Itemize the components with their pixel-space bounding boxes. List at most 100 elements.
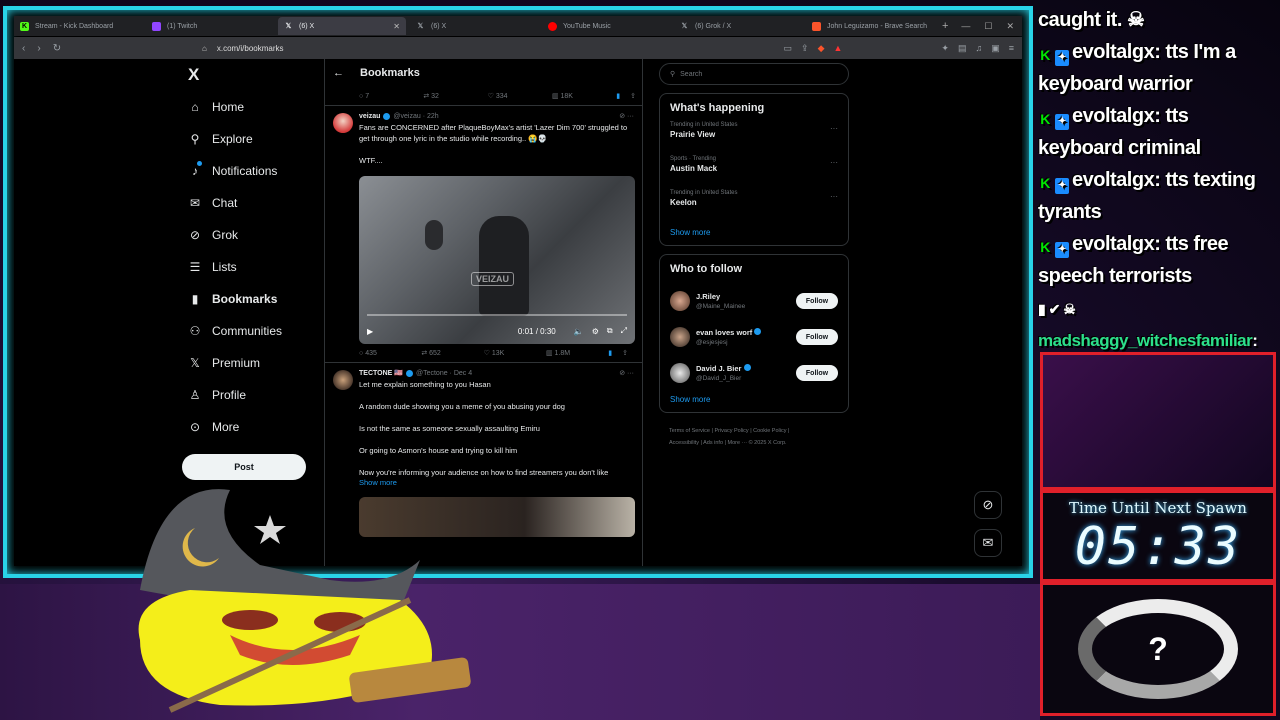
minimize-icon[interactable]: — bbox=[961, 21, 970, 32]
picture-in-picture-icon[interactable]: ⧉ bbox=[607, 326, 613, 336]
sidebar-item-explore[interactable]: ⚲ Explore bbox=[188, 128, 253, 150]
puzzle-icon[interactable]: ✦ bbox=[941, 43, 949, 54]
x-icon: 𝕏 bbox=[417, 22, 424, 30]
forward-icon[interactable]: › bbox=[37, 43, 40, 54]
follow-button[interactable]: Follow bbox=[796, 365, 838, 381]
more-options-icon[interactable]: ··· bbox=[830, 158, 838, 167]
x-logo[interactable]: X bbox=[188, 65, 199, 85]
trend-item[interactable]: Sports · Trending Austin Mack ··· bbox=[670, 156, 838, 190]
volume-icon[interactable]: 🔈 bbox=[574, 327, 584, 336]
close-icon[interactable]: ✕ bbox=[393, 22, 400, 31]
avatar[interactable] bbox=[333, 370, 353, 390]
show-more-link[interactable]: Show more bbox=[670, 228, 838, 237]
avatar[interactable] bbox=[670, 327, 690, 347]
share-icon[interactable]: ⇪ bbox=[630, 92, 636, 100]
messages-float-icon[interactable]: ✉ bbox=[974, 529, 1002, 557]
bookmark-icon[interactable]: ▮ bbox=[616, 92, 620, 100]
video-progress-bar[interactable] bbox=[367, 314, 627, 316]
sidebar-item-bookmarks[interactable]: ▮ Bookmarks bbox=[188, 288, 278, 310]
more-options-icon[interactable]: ⊘ ··· bbox=[619, 112, 634, 120]
trend-item[interactable]: Trending in United States Prairie View ··· bbox=[670, 122, 838, 156]
tab-kick[interactable]: K Stream - Kick Dashboard bbox=[14, 17, 142, 35]
tweet-text: Fans are CONCERNED after PlaqueBoyMax's … bbox=[359, 123, 628, 165]
tab-youtube-music[interactable]: YouTube Music bbox=[542, 17, 670, 35]
wallet-icon[interactable]: ▣ bbox=[991, 43, 1000, 54]
close-window-icon[interactable]: ✕ bbox=[1006, 21, 1014, 32]
tab-brave-search[interactable]: John Leguizamo - Brave Search bbox=[806, 17, 934, 35]
menu-icon[interactable]: ≡ bbox=[1009, 43, 1014, 54]
sidebar-item-grok[interactable]: ⊘ Grok bbox=[188, 224, 238, 246]
author-handle: @veizau · 22h bbox=[393, 112, 439, 120]
trend-item[interactable]: Trending in United States Keelon ··· bbox=[670, 190, 838, 224]
emote-icon: ☠ bbox=[1126, 9, 1145, 31]
avatar[interactable] bbox=[333, 113, 353, 133]
tab-grok[interactable]: 𝕏 (6) Grok / X bbox=[674, 17, 802, 35]
fullscreen-icon[interactable]: ⤢ bbox=[621, 326, 627, 336]
sidebar-item-home[interactable]: ⌂ Home bbox=[188, 96, 244, 118]
sidebar-item-premium[interactable]: 𝕏 Premium bbox=[188, 352, 260, 374]
tweet-veizau[interactable]: veizau @veizau · 22h ⊘ ··· Fans are CONCE… bbox=[325, 105, 642, 362]
panel-title: Who to follow bbox=[670, 263, 743, 275]
tweet-text: Let me explain something to you Hasan A … bbox=[359, 380, 609, 477]
author-name[interactable]: TECTONE 🇺🇸 bbox=[359, 369, 403, 377]
follow-button[interactable]: Follow bbox=[796, 293, 838, 309]
sidebar-item-notifications[interactable]: ♪ Notifications bbox=[188, 160, 277, 182]
reply-count[interactable]: ○ 7 bbox=[359, 93, 423, 100]
settings-icon[interactable]: ⚙ bbox=[592, 327, 599, 336]
view-count[interactable]: ▥ 1.8M bbox=[546, 349, 608, 357]
url-field[interactable]: x.com/i/bookmarks bbox=[217, 44, 284, 53]
sidebar-icon[interactable]: ▤ bbox=[958, 43, 967, 54]
sidebar-item-chat[interactable]: ✉ Chat bbox=[188, 192, 237, 214]
back-icon[interactable]: ‹ bbox=[22, 43, 25, 54]
footer-links: Terms of Service | Privacy Policy | Cook… bbox=[669, 428, 790, 446]
sidebar-item-lists[interactable]: ☰ Lists bbox=[188, 256, 237, 278]
chat-message: caught it. ☠ bbox=[1038, 9, 1145, 31]
mail-icon: ✉ bbox=[189, 196, 201, 210]
play-icon[interactable]: ▶ bbox=[367, 327, 373, 336]
extension-icons: ▭ ⇪ ◆ ▲ ✦ ▤ ♫ ▣ ≡ bbox=[784, 43, 1015, 54]
avatar[interactable] bbox=[670, 363, 690, 383]
follow-suggestion[interactable]: David J. Bier @David_J_Bier Follow bbox=[670, 355, 838, 391]
reload-icon[interactable]: ↻ bbox=[53, 43, 61, 54]
page-title: Bookmarks bbox=[360, 67, 420, 79]
new-tab-icon[interactable]: + bbox=[942, 20, 948, 32]
sidebar-item-more[interactable]: ⊙ More bbox=[188, 416, 239, 438]
follow-suggestion[interactable]: evan loves worf @esjesjesj Follow bbox=[670, 319, 838, 355]
avatar[interactable] bbox=[670, 291, 690, 311]
more-options-icon[interactable]: ··· bbox=[830, 124, 838, 133]
follow-button[interactable]: Follow bbox=[796, 329, 838, 345]
search-input[interactable]: ⚲ Search bbox=[659, 63, 849, 85]
more-options-icon[interactable]: ··· bbox=[830, 192, 838, 201]
repost-count[interactable]: ⇄ 32 bbox=[423, 92, 487, 100]
brave-rewards-icon[interactable]: ▲ bbox=[833, 43, 842, 54]
tab-x[interactable]: 𝕏 (6) X bbox=[410, 17, 538, 35]
brave-shield-icon[interactable]: ◆ bbox=[818, 43, 825, 54]
sidebar-item-communities[interactable]: ⚇ Communities bbox=[188, 320, 282, 342]
reply-count[interactable]: ○ 435 bbox=[359, 350, 421, 357]
grok-float-icon[interactable]: ⊘ bbox=[974, 491, 1002, 519]
bookmark-page-icon[interactable]: ⌂ bbox=[202, 44, 207, 53]
author-name[interactable]: veizau bbox=[359, 113, 380, 120]
video-player[interactable]: VEIZAU ▶ 0:01 / 0:30 🔈 ⚙ ⧉ ⤢ bbox=[359, 176, 635, 344]
repost-count[interactable]: ⇄ 652 bbox=[421, 349, 483, 357]
like-count[interactable]: ♡ 334 bbox=[488, 92, 552, 100]
like-count[interactable]: ♡ 13K bbox=[484, 349, 546, 357]
follow-suggestion[interactable]: J.Riley @Maine_Mainee Follow bbox=[670, 283, 838, 319]
bookmark-icon[interactable]: ▮ bbox=[608, 349, 612, 357]
screen-icon[interactable]: ▭ bbox=[784, 43, 793, 54]
back-arrow-icon[interactable]: ← bbox=[333, 67, 344, 79]
spawn-timer: Time Until Next Spawn 05:33 bbox=[1040, 490, 1276, 582]
notification-dot bbox=[197, 161, 202, 166]
bell-icon: ♪ bbox=[188, 161, 202, 178]
music-icon[interactable]: ♫ bbox=[975, 43, 982, 54]
maximize-icon[interactable]: ☐ bbox=[984, 21, 992, 32]
view-count[interactable]: ▥ 18K bbox=[552, 92, 616, 100]
share-icon[interactable]: ⇪ bbox=[801, 43, 809, 54]
tab-x-active[interactable]: 𝕏 (6) X ✕ bbox=[278, 17, 406, 35]
tab-twitch[interactable]: (1) Twitch bbox=[146, 17, 274, 35]
share-icon[interactable]: ⇪ bbox=[622, 349, 628, 357]
show-more-link[interactable]: Show more bbox=[670, 395, 838, 404]
more-options-icon[interactable]: ⊘ ··· bbox=[619, 369, 634, 377]
person-figure bbox=[479, 216, 529, 316]
sidebar-item-profile[interactable]: ♙ Profile bbox=[188, 384, 246, 406]
